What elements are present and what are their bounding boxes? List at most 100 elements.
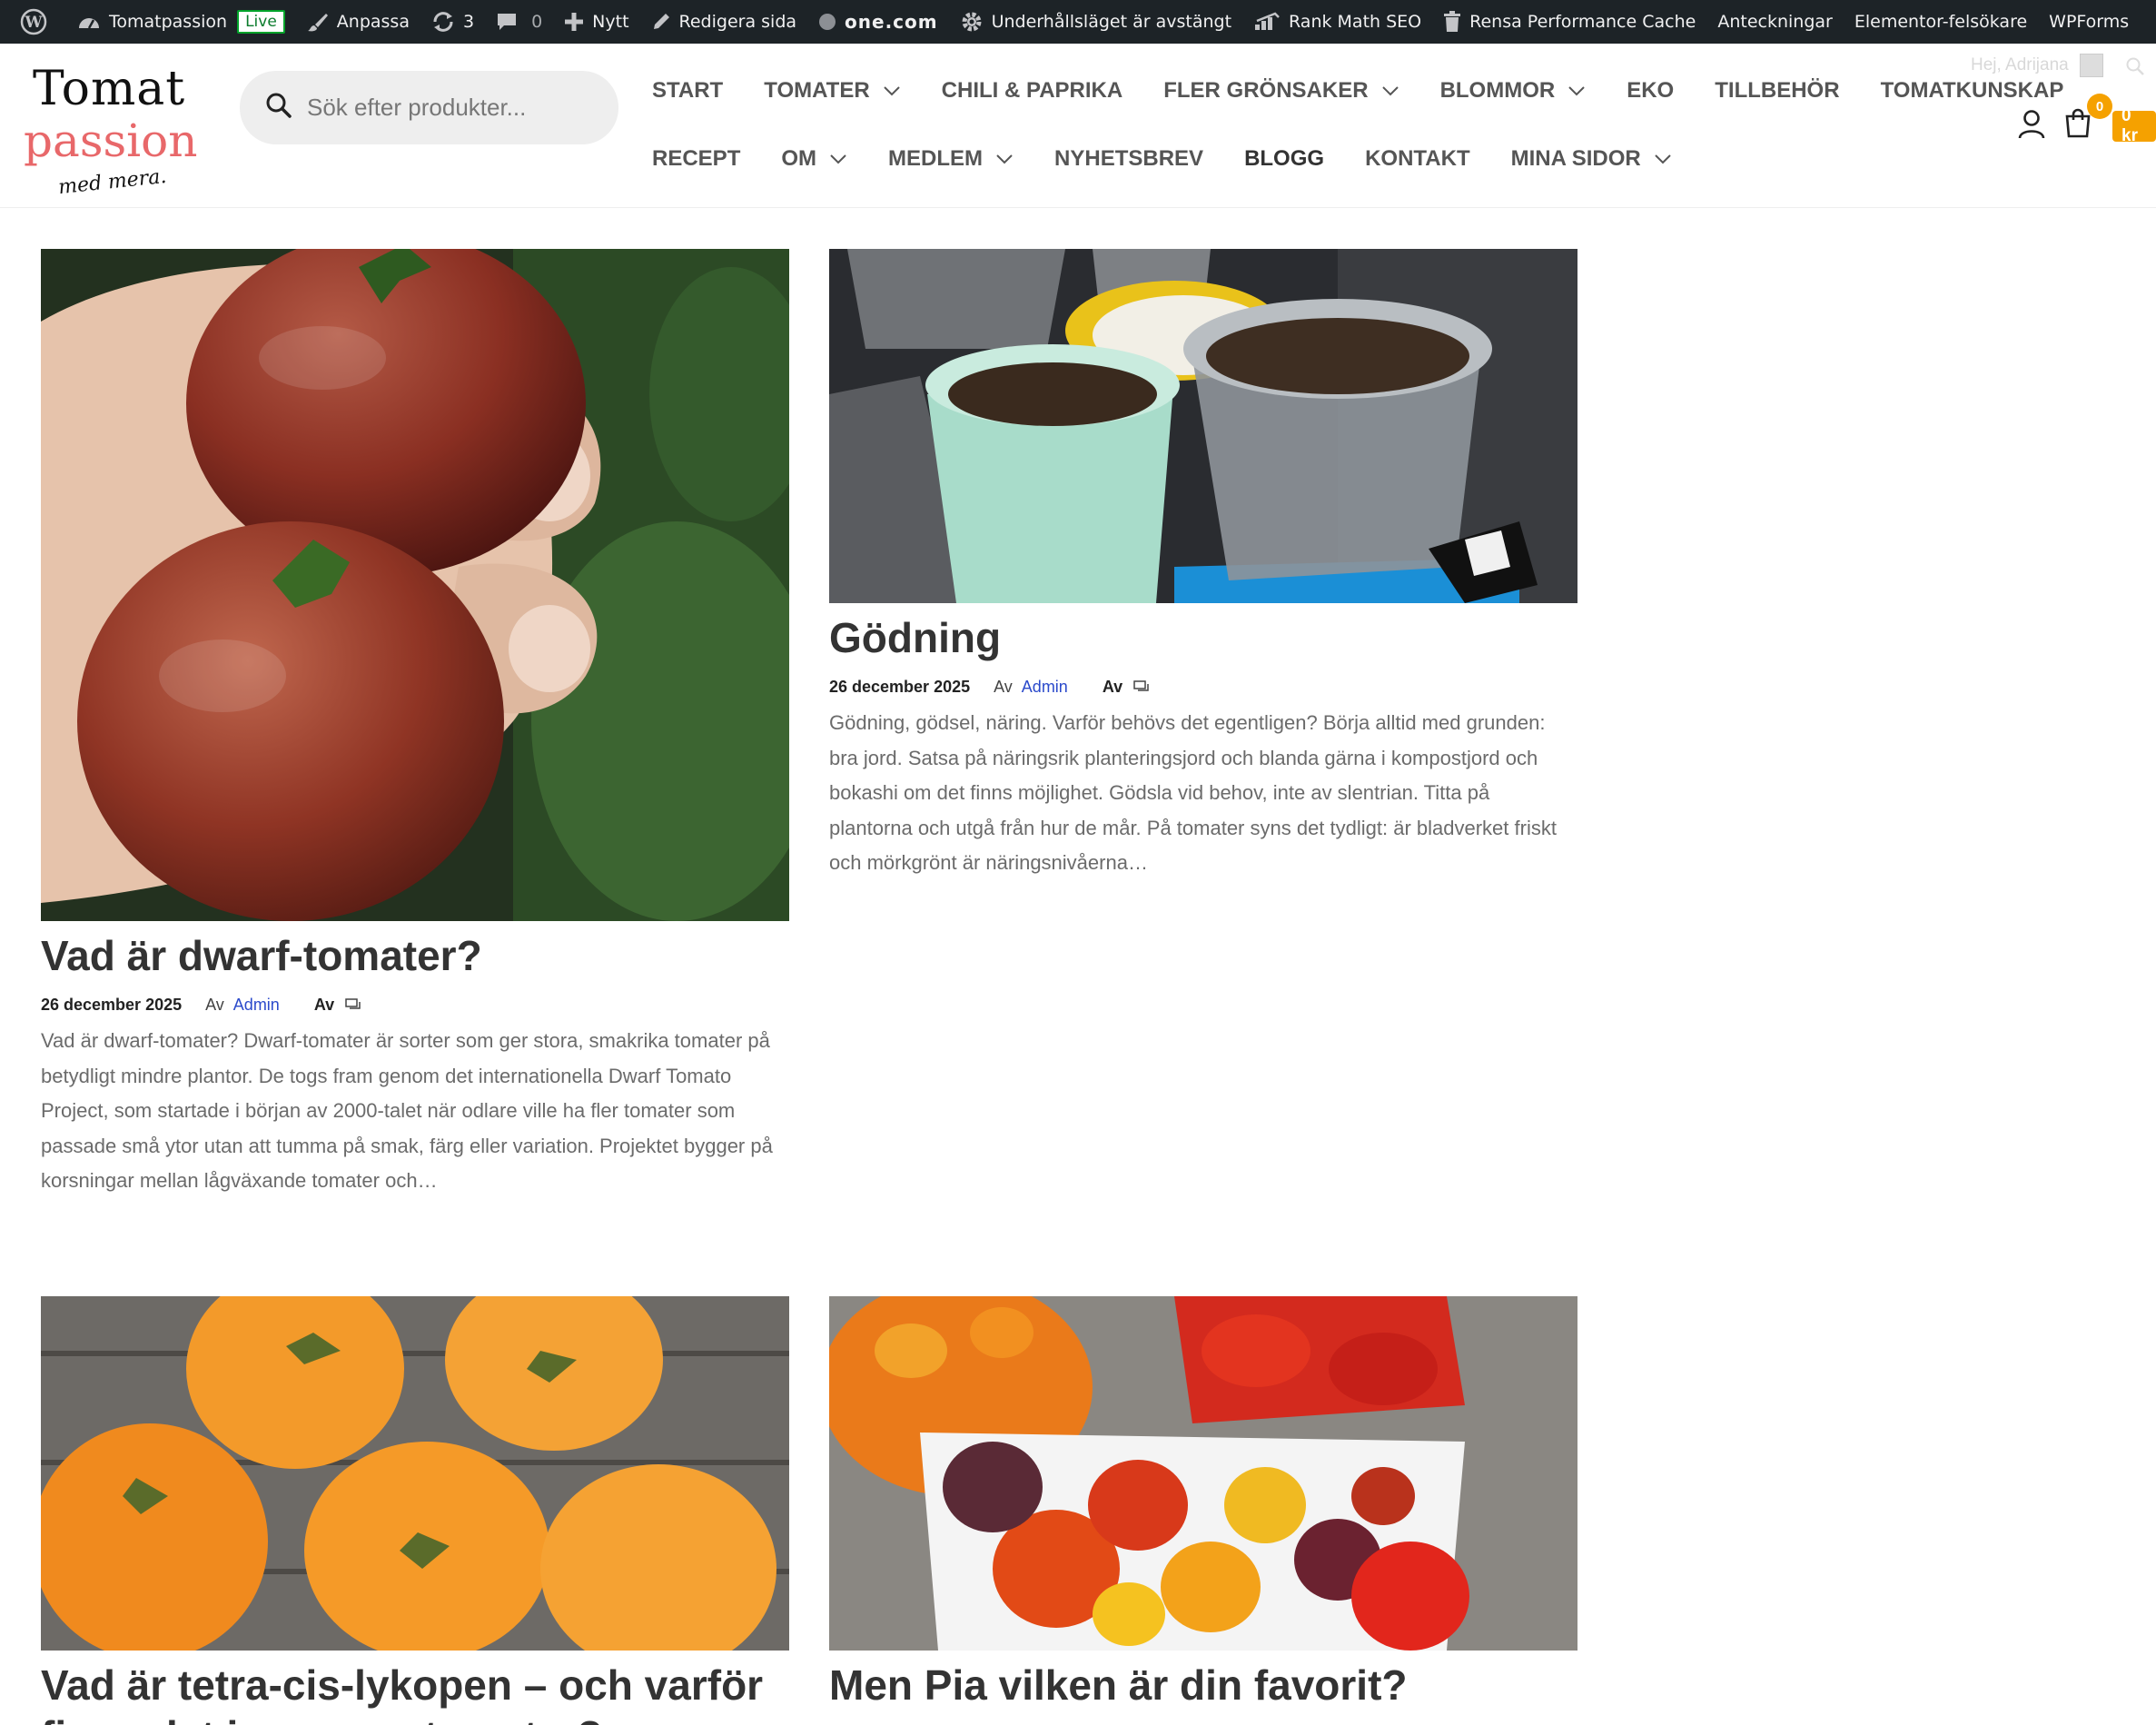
- onecom-label: one.com: [845, 11, 938, 33]
- gear-icon: [960, 10, 984, 34]
- pencil-icon: [651, 12, 671, 32]
- chevron-down-icon: [1654, 154, 1672, 164]
- rankmath-icon: [1253, 12, 1281, 32]
- search-input[interactable]: [307, 94, 598, 122]
- product-search: [240, 71, 618, 144]
- refresh-icon: [431, 11, 455, 33]
- clear-cache-label: Rensa Performance Cache: [1469, 12, 1696, 32]
- comments-count: 0: [531, 12, 543, 32]
- plus-icon: [564, 12, 584, 32]
- nav-eko[interactable]: EKO: [1627, 78, 1674, 104]
- edit-page-label: Redigera sida: [678, 12, 797, 32]
- post-title[interactable]: Vad är dwarf-tomater?: [41, 930, 789, 981]
- post-thumbnail[interactable]: [829, 249, 1577, 603]
- nav-blommor[interactable]: BLOMMOR: [1440, 78, 1587, 104]
- cart-count-badge: 0: [2087, 94, 2112, 119]
- post-card: Vad är tetra-cis-lykopen – och varför fi…: [41, 1296, 789, 1725]
- edit-page-link[interactable]: Redigera sida: [640, 0, 808, 44]
- site-name-menu[interactable]: Tomatpassion Live: [66, 0, 296, 44]
- rankmath-menu[interactable]: Rank Math SEO: [1242, 0, 1432, 44]
- post-thumbnail[interactable]: [41, 249, 789, 921]
- post-thumbnail[interactable]: [829, 1296, 1577, 1651]
- nav-tomater[interactable]: TOMATER: [764, 78, 900, 104]
- by-label: Av: [205, 996, 224, 1014]
- by-label: Av: [994, 678, 1013, 696]
- greeting-text: Hej, Adrijana: [1971, 55, 2069, 74]
- logo-line-2: passion: [24, 114, 198, 167]
- site-logo[interactable]: Tomat passion med mera.: [24, 62, 197, 200]
- rankmath-label: Rank Math SEO: [1289, 12, 1422, 32]
- post-card: Vad är dwarf-tomater? 26 december 2025 A…: [41, 249, 789, 1199]
- nav-tillbehor[interactable]: TILLBEHÖR: [1715, 78, 1839, 104]
- clear-cache-link[interactable]: Rensa Performance Cache: [1432, 0, 1706, 44]
- wpforms-label: WPForms: [2049, 12, 2130, 32]
- post-excerpt: Gödning, gödsel, näring. Varför behövs d…: [829, 711, 1557, 874]
- updates-count: 3: [462, 12, 475, 32]
- post-card: Men Pia vilken är din favorit?: [829, 1296, 1577, 1710]
- customize-link[interactable]: Anpassa: [296, 0, 420, 44]
- comments-icon[interactable]: [345, 997, 361, 1013]
- nav-fler-gronsaker[interactable]: FLER GRÖNSAKER: [1163, 78, 1399, 104]
- comments-icon[interactable]: [1133, 679, 1150, 695]
- wpforms-menu[interactable]: WPForms: [2038, 0, 2140, 44]
- chevron-down-icon: [829, 154, 847, 164]
- wp-logo-menu[interactable]: W: [9, 0, 66, 44]
- nav-blogg[interactable]: BLOGG: [1244, 146, 1324, 172]
- post-date: 26 december 2025: [829, 678, 971, 696]
- maintenance-label: Underhållsläget är avstängt: [991, 12, 1232, 32]
- main-nav-row-2: RECEPT OM MEDLEM NYHETSBREV BLOGG KONTAK…: [652, 146, 1713, 172]
- nav-kontakt[interactable]: KONTAKT: [1365, 146, 1470, 172]
- nav-mina-sidor[interactable]: MINA SIDOR: [1511, 146, 1672, 172]
- new-label: Nytt: [592, 12, 629, 32]
- wordpress-icon: W: [20, 8, 47, 35]
- live-badge: Live: [237, 10, 285, 34]
- logo-line-1: Tomat: [33, 62, 186, 116]
- elementor-label: Elementor-felsökare: [1854, 12, 2028, 32]
- dashboard-icon: [77, 12, 101, 32]
- nav-tomatkunskap[interactable]: TOMATKUNSKAP: [1881, 78, 2064, 104]
- onecom-dot-icon: [818, 13, 836, 31]
- new-content-menu[interactable]: Nytt: [553, 0, 639, 44]
- notes-link[interactable]: Anteckningar: [1706, 0, 1844, 44]
- elementor-debugger-link[interactable]: Elementor-felsökare: [1844, 0, 2038, 44]
- comment-bubble-icon: [496, 11, 518, 33]
- onecom-menu[interactable]: one.com: [807, 0, 949, 44]
- trash-icon: [1443, 11, 1461, 33]
- svg-text:W: W: [24, 14, 43, 32]
- post-thumbnail[interactable]: [41, 1296, 789, 1651]
- avatar: [2079, 54, 2103, 77]
- search-icon[interactable]: [2125, 56, 2145, 81]
- user-icon[interactable]: [2017, 109, 2046, 144]
- cart-total[interactable]: 0 kr: [2112, 106, 2156, 145]
- chevron-down-icon: [1568, 85, 1586, 96]
- brush-icon: [307, 11, 329, 33]
- wp-admin-bar: W Tomatpassion Live Anpassa 3 0 Nytt Red…: [0, 0, 2156, 44]
- post-title[interactable]: Men Pia vilken är din favorit?: [829, 1660, 1577, 1710]
- post-card: Gödning 26 december 2025 Av Admin Av Göd…: [829, 249, 1577, 881]
- chevron-down-icon: [883, 85, 901, 96]
- nav-om[interactable]: OM: [781, 146, 847, 172]
- logo-line-3: med mera.: [57, 164, 168, 200]
- maintenance-link[interactable]: Underhållsläget är avstängt: [949, 0, 1242, 44]
- author-link[interactable]: Admin: [233, 996, 280, 1015]
- updates-link[interactable]: 3: [420, 0, 485, 44]
- post-date: 26 december 2025: [41, 996, 183, 1014]
- comments-by-label: Av: [1102, 678, 1123, 696]
- main-nav-row-1: START TOMATER CHILI & PAPRIKA FLER GRÖNS…: [652, 78, 2104, 104]
- nav-start[interactable]: START: [652, 78, 723, 104]
- post-title[interactable]: Vad är tetra-cis-lykopen – och varför fi…: [41, 1660, 789, 1725]
- site-name: Tomatpassion: [109, 12, 228, 32]
- nav-medlem[interactable]: MEDLEM: [888, 146, 1014, 172]
- search-icon[interactable]: [265, 92, 292, 124]
- nav-chili-paprika[interactable]: CHILI & PAPRIKA: [942, 78, 1123, 104]
- nav-nyhetsbrev[interactable]: NYHETSBREV: [1054, 146, 1203, 172]
- author-link[interactable]: Admin: [1022, 678, 1068, 697]
- post-title[interactable]: Gödning: [829, 612, 1577, 663]
- site-header: Tomat passion med mera. START TOMATER CH…: [0, 44, 2156, 208]
- post-meta: 26 december 2025 Av Admin Av: [829, 678, 1577, 697]
- notes-label: Anteckningar: [1717, 12, 1833, 32]
- nav-recept[interactable]: RECEPT: [652, 146, 740, 172]
- comments-link[interactable]: 0: [485, 0, 553, 44]
- chevron-down-icon: [1381, 85, 1399, 96]
- account-greeting[interactable]: Hej, Adrijana: [1971, 54, 2103, 77]
